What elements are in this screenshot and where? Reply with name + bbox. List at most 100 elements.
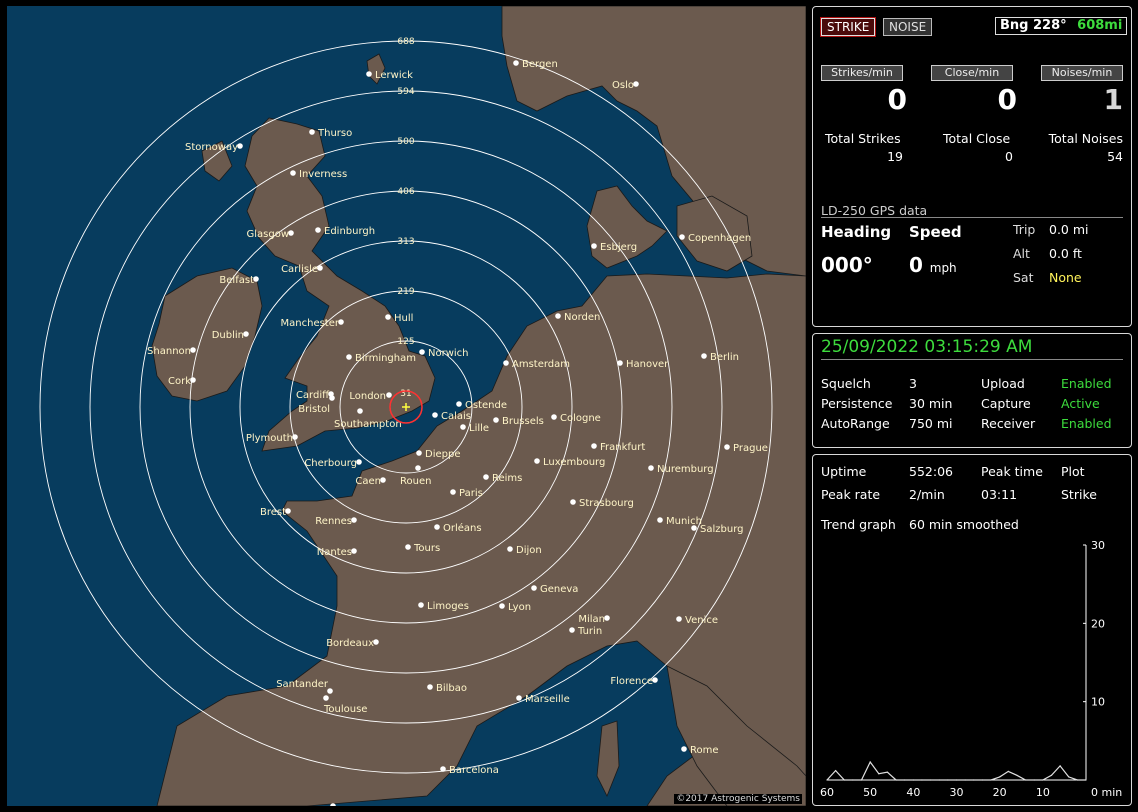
receiver-label: Receiver bbox=[981, 416, 1036, 431]
trend-point bbox=[1007, 770, 1009, 772]
city-label: Reims bbox=[492, 473, 522, 484]
city-dot bbox=[648, 465, 654, 471]
settings-panel: 25/09/2022 03:15:29 AM Squelch 3 Persist… bbox=[812, 333, 1132, 448]
trend-point bbox=[1033, 779, 1035, 781]
city-label: Venice bbox=[685, 615, 718, 626]
city-dot bbox=[503, 360, 509, 366]
city-label: Milan bbox=[578, 614, 605, 625]
y-tick-label: 20 bbox=[1091, 617, 1105, 630]
noise-button[interactable]: NOISE bbox=[883, 18, 933, 36]
noises-per-min-button[interactable]: Noises/min bbox=[1041, 65, 1123, 81]
close-per-min-button[interactable]: Close/min bbox=[931, 65, 1013, 81]
city-label: Plymouth bbox=[246, 433, 293, 444]
trend-point bbox=[990, 779, 992, 781]
city-dot bbox=[513, 60, 519, 66]
trend-point bbox=[843, 779, 845, 781]
trend-point bbox=[1050, 774, 1053, 776]
city-dot bbox=[351, 517, 357, 523]
city-dot bbox=[190, 377, 196, 383]
trend-point bbox=[860, 779, 863, 781]
range-ring-label: 313 bbox=[397, 237, 414, 247]
city-dot bbox=[190, 347, 196, 353]
trip-value: 0.0 mi bbox=[1049, 222, 1089, 237]
city-dot bbox=[493, 417, 499, 423]
trend-point bbox=[1059, 765, 1061, 767]
city-dot bbox=[415, 465, 421, 471]
trend-point bbox=[938, 779, 940, 781]
city-label: Limoges bbox=[427, 601, 469, 612]
city-label: Amsterdam bbox=[512, 359, 570, 370]
city-dot bbox=[460, 424, 466, 430]
trend-point bbox=[835, 770, 837, 772]
city-dot bbox=[385, 314, 391, 320]
city-dot bbox=[499, 603, 505, 609]
peak-rate-value: 2/min bbox=[909, 487, 945, 502]
trend-point bbox=[895, 779, 897, 781]
total-noises-value: 54 bbox=[1107, 149, 1123, 164]
city-label: Rouen bbox=[400, 476, 431, 487]
city-label: Lille bbox=[469, 423, 489, 434]
city-dot bbox=[633, 81, 639, 87]
city-dot bbox=[483, 474, 489, 480]
total-noises-label: Total Noises bbox=[1048, 131, 1123, 146]
city-label: Prague bbox=[733, 443, 768, 454]
trend-point bbox=[1068, 776, 1070, 778]
x-tick-label: 40 bbox=[906, 786, 920, 799]
city-dot bbox=[346, 354, 352, 360]
trend-point bbox=[1085, 779, 1087, 781]
city-dot bbox=[253, 276, 259, 282]
y-tick-label: 10 bbox=[1091, 696, 1105, 709]
city-label: Stornoway bbox=[185, 142, 238, 153]
speed-unit: mph bbox=[929, 261, 957, 275]
city-dot bbox=[591, 243, 597, 249]
city-label: Toulouse bbox=[323, 704, 367, 715]
uptime-label: Uptime bbox=[821, 464, 867, 479]
trend-point bbox=[973, 779, 975, 781]
strike-button[interactable]: STRIKE bbox=[819, 17, 877, 37]
city-label: Marseille bbox=[525, 694, 570, 705]
city-dot bbox=[419, 349, 425, 355]
city-label: Shannon bbox=[147, 346, 191, 357]
city-label: Thurso bbox=[317, 128, 352, 139]
city-dot bbox=[366, 71, 372, 77]
city-dot bbox=[450, 489, 456, 495]
city-label: Tours bbox=[413, 543, 440, 554]
city-dot bbox=[317, 265, 323, 271]
city-dot bbox=[386, 392, 392, 398]
range-ring-label: 406 bbox=[397, 187, 414, 197]
speed-label: Speed bbox=[909, 223, 962, 241]
city-dot bbox=[679, 234, 685, 240]
city-dot bbox=[292, 434, 298, 440]
city-dot bbox=[288, 230, 294, 236]
trend-series-line bbox=[826, 760, 1086, 781]
speed-readout: 0 mph bbox=[909, 253, 957, 277]
city-label: London bbox=[349, 391, 386, 402]
strike-map[interactable]: 31 125 219 313 406 500 594 688 Lerwick Bergen Osl… bbox=[7, 6, 806, 806]
peak-rate-label: Peak rate bbox=[821, 487, 881, 502]
city-label: Inverness bbox=[299, 169, 347, 180]
city-label: Glasgow bbox=[246, 229, 289, 240]
autorange-label: AutoRange bbox=[821, 416, 890, 431]
city-label: Dublin bbox=[212, 330, 244, 341]
city-label: Salzburg bbox=[700, 524, 743, 535]
trend-point bbox=[878, 773, 880, 775]
city-label: Hanover bbox=[626, 359, 669, 370]
city-dot bbox=[569, 627, 575, 633]
datetime-display: 25/09/2022 03:15:29 AM bbox=[821, 337, 1033, 357]
range-ring-label: 125 bbox=[397, 337, 414, 347]
city-label: Brussels bbox=[502, 416, 544, 427]
strikes-per-min-value: 0 bbox=[887, 83, 907, 116]
trend-point bbox=[826, 779, 828, 781]
city-dot bbox=[290, 170, 296, 176]
total-close-label: Total Close bbox=[943, 131, 1011, 146]
city-dot bbox=[604, 615, 610, 621]
noises-per-min-value: 1 bbox=[1103, 83, 1123, 116]
strikes-per-min-button[interactable]: Strikes/min bbox=[821, 65, 903, 81]
persistence-value: 30 min bbox=[909, 396, 953, 411]
city-dot bbox=[327, 688, 333, 694]
city-label: Norwich bbox=[428, 348, 469, 359]
city-label: Hull bbox=[394, 313, 413, 324]
city-dot bbox=[329, 395, 335, 401]
city-dot bbox=[507, 546, 513, 552]
sat-label: Sat bbox=[1013, 270, 1034, 285]
